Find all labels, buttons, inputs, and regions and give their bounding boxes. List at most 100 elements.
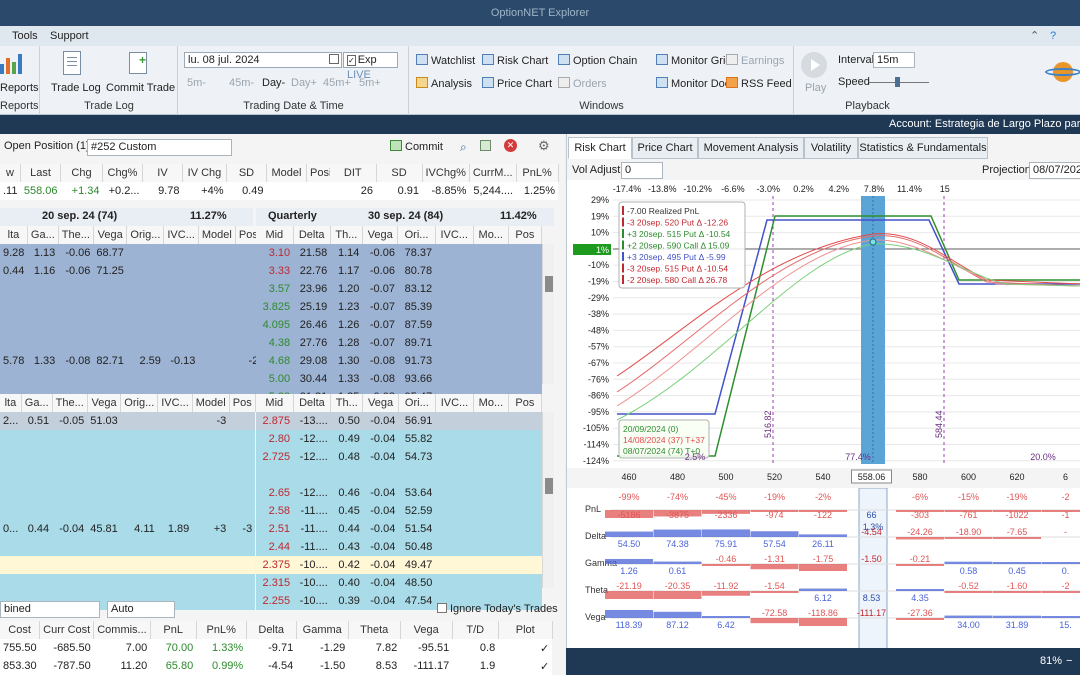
analysis-button[interactable]: Analysis [416, 77, 472, 90]
column-header[interactable]: Delta [293, 226, 331, 244]
step-5m-back[interactable]: 5m- [187, 77, 206, 89]
table-row[interactable]: 2.80 -12.... 0.49 -0.04 55.82 [256, 430, 542, 448]
table-row[interactable] [0, 430, 256, 448]
column-header[interactable]: Model [192, 394, 230, 412]
tab-price-chart[interactable]: Price Chart [632, 137, 698, 159]
table-row[interactable] [0, 466, 256, 484]
step-day-back[interactable]: Day- [262, 77, 285, 89]
column-header[interactable]: Ga... [21, 394, 53, 412]
search-icon[interactable]: ⌕ [460, 140, 467, 155]
tab-risk-chart[interactable]: Risk Chart [568, 137, 632, 159]
option-chain-button[interactable]: Option Chain [558, 54, 637, 67]
column-header[interactable]: Mo... [473, 226, 509, 244]
step-5m-forward[interactable]: 5m+ [359, 77, 381, 89]
column-header[interactable]: Cost [0, 621, 41, 639]
orders-button[interactable]: Orders [558, 77, 607, 90]
table-row[interactable]: 4.38 27.76 1.28 -0.07 89.71 [256, 334, 542, 352]
help-icon[interactable]: ? [1050, 30, 1056, 42]
table-row[interactable] [0, 484, 256, 502]
table-row[interactable]: 4.095 26.46 1.26 -0.07 87.59 [256, 316, 542, 334]
table-row[interactable]: 0... 0.44 -0.04 45.81 4.11 1.89 +3 -3 [0, 520, 256, 538]
column-header[interactable]: Delta [293, 394, 332, 412]
earnings-button[interactable]: Earnings [726, 54, 784, 67]
settings-gear-icon[interactable]: ⚙ [538, 138, 550, 154]
table-row[interactable] [0, 538, 256, 556]
step-45m-forward[interactable]: 45m+ [323, 77, 351, 89]
table-row[interactable] [0, 334, 262, 352]
tab-movement-analysis[interactable]: Movement Analysis [698, 137, 804, 159]
table-row[interactable] [0, 298, 262, 316]
column-header[interactable]: Pos [229, 394, 256, 412]
trade-log-button[interactable]: Trade Log [51, 82, 101, 94]
column-header[interactable]: Ga... [27, 226, 59, 244]
table-row[interactable]: 9.28 1.13 -0.06 68.77 [0, 244, 262, 262]
column-header[interactable]: Pos [508, 394, 543, 412]
combined-select[interactable]: bined [0, 601, 100, 618]
menu-support[interactable]: Support [50, 30, 89, 42]
reports-button[interactable]: Reports [0, 82, 39, 94]
column-header[interactable]: Ori... [398, 394, 436, 412]
table-row[interactable]: 2.375 -10.... 0.42 -0.04 49.47 [256, 556, 542, 574]
column-header[interactable]: Ori... [397, 226, 436, 244]
column-header[interactable]: Vega [400, 621, 453, 639]
risk-chart-button[interactable]: Risk Chart [482, 54, 548, 67]
close-position-icon[interactable]: ✕ [504, 139, 517, 152]
commit-trade-icon[interactable]: + [129, 52, 147, 74]
trade-log-icon[interactable] [63, 51, 81, 75]
monitor-dock-button[interactable]: Monitor Dock [656, 77, 736, 90]
column-header[interactable]: Mid [256, 394, 294, 412]
table-row[interactable]: 2.44 -11.... 0.43 -0.04 50.48 [256, 538, 542, 556]
table-row[interactable]: 2.875 -13.... 0.50 -0.04 56.91 [256, 412, 542, 430]
column-header[interactable]: Gamma [296, 621, 349, 639]
column-header[interactable]: The... [58, 226, 94, 244]
auto-select[interactable]: Auto [107, 601, 175, 618]
column-header[interactable]: Vega [362, 226, 399, 244]
step-day-forward[interactable]: Day+ [291, 77, 317, 89]
play-button[interactable]: Play [805, 82, 826, 94]
commit-button[interactable]: Commit [390, 140, 443, 153]
column-header[interactable]: IVC... [157, 394, 193, 412]
step-45m-back[interactable]: 45m- [229, 77, 254, 89]
play-icon[interactable] [801, 52, 827, 78]
column-header[interactable]: Model [198, 226, 236, 244]
zoom-out-icon[interactable]: − [1066, 648, 1072, 675]
table-row[interactable]: 0.44 1.16 -0.06 71.25 [0, 262, 262, 280]
position-select[interactable]: #252 Custom [87, 139, 232, 156]
column-header[interactable]: Vega [93, 226, 128, 244]
column-header[interactable]: PnL [150, 621, 197, 639]
risk-chart[interactable]: -17.4% -13.8% -10.2% -6.6% -3.0% 0.2% 4.2% 7.8%… [567, 180, 1080, 484]
tab-statistics[interactable]: Statistics & Fundamentals [858, 137, 988, 159]
column-header[interactable]: Orig... [126, 226, 165, 244]
column-header[interactable]: Th... [330, 394, 364, 412]
rss-feed-button[interactable]: RSS Feed [726, 77, 792, 90]
table-row[interactable] [0, 316, 262, 334]
collapse-ribbon-icon[interactable]: ⌃ [1030, 29, 1039, 42]
watchlist-button[interactable]: Watchlist [416, 54, 475, 67]
vol-adjust-input[interactable]: 0 [621, 162, 663, 179]
table-row[interactable]: 2.725 -12.... 0.48 -0.04 54.73 [256, 448, 542, 466]
column-header[interactable]: T/D [452, 621, 499, 639]
column-header[interactable]: Plot [498, 621, 553, 639]
column-header[interactable]: Theta [348, 621, 401, 639]
table-row[interactable]: 2.51 -11.... 0.44 -0.04 51.54 [256, 520, 542, 538]
exp-toggle[interactable]: ✓ Exp LIVE [343, 52, 398, 81]
table-row[interactable]: 2... 0.51 -0.05 51.03 -3 [0, 412, 256, 430]
projection-date-input[interactable]: 08/07/2024 [1029, 162, 1080, 179]
tab-volatility[interactable]: Volatility [804, 137, 858, 159]
table-row[interactable]: 2.315 -10.... 0.40 -0.04 48.50 [256, 574, 542, 592]
table-row[interactable]: 5.78 1.33 -0.08 82.71 2.59 -0.13 -2 [0, 352, 262, 370]
table-row[interactable]: 3.33 22.76 1.17 -0.06 80.78 [256, 262, 542, 280]
column-header[interactable]: Vega [87, 394, 122, 412]
column-header[interactable]: Mo... [473, 394, 509, 412]
table-row[interactable] [0, 502, 256, 520]
column-header[interactable]: IVC... [435, 226, 474, 244]
commit-trade-button[interactable]: Commit Trade [106, 82, 175, 94]
table-row[interactable] [0, 574, 256, 592]
table-row[interactable]: 2.58 -11.... 0.45 -0.04 52.59 [256, 502, 542, 520]
column-header[interactable]: The... [52, 394, 88, 412]
column-header[interactable]: Mid [256, 226, 294, 244]
column-header[interactable]: IVC... [163, 226, 199, 244]
chain-right-calls-scrollbar[interactable] [542, 244, 554, 384]
grid-icon[interactable] [480, 140, 491, 151]
price-chart-button[interactable]: Price Chart [482, 77, 552, 90]
